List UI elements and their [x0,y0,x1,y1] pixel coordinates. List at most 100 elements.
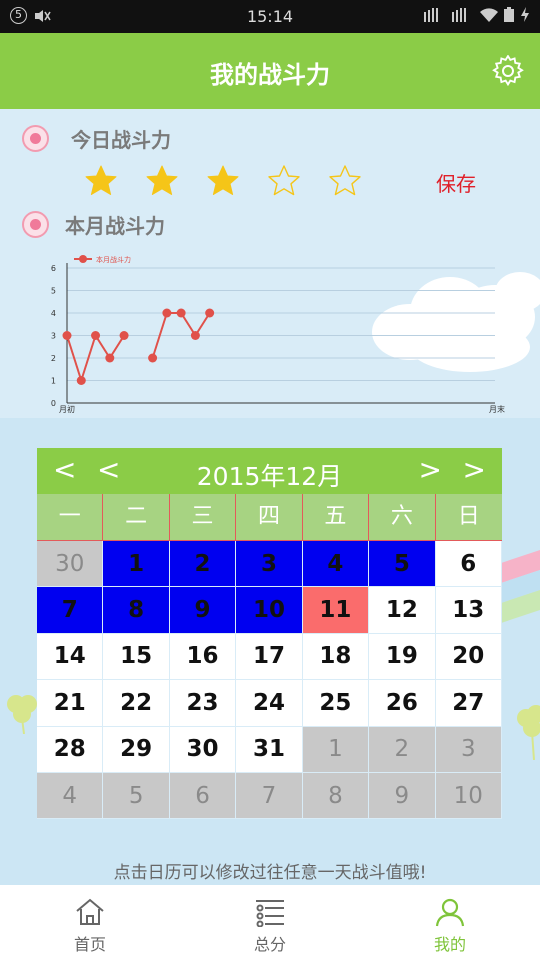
calendar-day-other-month[interactable]: 8 [302,772,370,820]
y-tick-label: 4 [51,309,56,318]
calendar-day-other-month[interactable]: 10 [435,772,502,820]
list-icon [256,900,284,927]
clover-decoration [517,705,540,760]
calendar-day[interactable]: 5 [369,541,436,588]
x-label-end: 月末 [489,404,505,414]
today-title: 今日战斗力 [71,128,171,152]
weekday-row: 一二三四五六日 [37,494,502,540]
home-icon [76,898,104,925]
calendar-day[interactable]: 10 [236,587,303,634]
calendar-day[interactable]: 2 [169,541,237,588]
calendar-day-other-month[interactable]: 2 [369,726,436,773]
calendar-day-other-month[interactable]: 9 [369,772,436,820]
calendar-day[interactable]: 20 [435,633,502,681]
calendar-day[interactable]: 29 [103,726,170,773]
month-chart: 0 1 2 3 4 5 6 月初 月末 本月战斗力 [51,255,505,414]
calendar-day[interactable]: 25 [302,680,370,727]
star-empty-icon[interactable] [267,164,301,198]
star-filled-icon[interactable] [206,164,240,198]
next-year-button[interactable]: > [463,453,486,486]
calendar-day[interactable]: 22 [103,680,170,727]
y-tick-label: 1 [51,377,56,386]
battery-icon [504,7,514,22]
data-point [105,353,115,363]
clover-decoration [7,695,37,734]
nav-tab[interactable]: 我的 [360,885,540,960]
calendar-day[interactable]: 9 [169,587,237,634]
data-point [162,308,172,318]
nav-tab-label: 总分 [253,935,286,954]
day-grid: 30 1 2 3 4 5 6 7 8 9 10 11 12 13 14 15 16 17 18 19 20 21 22 23 2… [37,540,502,820]
star-filled-icon[interactable] [145,164,179,198]
data-point [76,376,86,385]
hint-text: 点击日历可以修改过往任意一天战斗值哦! [113,863,427,883]
star-empty-icon[interactable] [328,164,362,198]
star-rating[interactable] [84,164,362,198]
data-point [176,308,186,318]
calendar-day-other-month[interactable]: 3 [435,726,502,773]
status-bar: 5 15:14 [0,0,540,33]
calendar-day[interactable]: 31 [236,726,303,773]
y-tick-label: 6 [51,264,56,273]
calendar-day[interactable]: 14 [37,633,104,681]
calendar-day[interactable]: 4 [302,541,370,588]
calendar-day[interactable]: 3 [236,541,303,588]
legend-marker [79,255,87,263]
calendar-day-other-month[interactable]: 30 [37,541,104,588]
weekday-label: 日 [457,504,480,529]
calendar-day[interactable]: 16 [169,633,237,681]
weekday-label: 一 [37,494,104,540]
nav-tab[interactable]: 总分 [180,885,360,960]
y-tick-label: 3 [51,332,56,341]
calendar-day[interactable]: 12 [369,587,436,634]
calendar-day[interactable]: 24 [236,680,303,727]
next-month-button[interactable]: > [419,453,442,486]
data-point [119,331,129,340]
radio-icon [22,125,49,152]
today-section-header: 今日战斗力 [22,124,171,153]
calendar-day[interactable]: 15 [103,633,170,681]
calendar-day[interactable]: 17 [236,633,303,681]
data-point [190,331,200,340]
page-title: 我的战斗力 [210,61,330,89]
calendar-day-other-month[interactable]: 6 [169,772,237,820]
calendar-day[interactable]: 23 [169,680,237,727]
bottom-nav: 首页 总分 我的 [0,885,540,960]
calendar-day[interactable]: 13 [435,587,502,634]
calendar-day[interactable]: 26 [369,680,436,727]
data-point [205,308,215,318]
month-title: 本月战斗力 [65,214,165,238]
data-point [62,331,72,340]
weekday-label: 三 [170,494,237,540]
nav-tab-label: 我的 [433,935,466,954]
weekday-label: 四 [236,494,303,540]
gear-icon[interactable] [492,55,524,87]
person-icon [435,898,465,927]
y-tick-label: 5 [51,287,56,296]
nav-tab[interactable]: 首页 [0,885,180,960]
calendar-day[interactable]: 8 [103,587,170,634]
title-bar: 我的战斗力 [0,33,540,109]
data-point [91,331,101,340]
calendar-day[interactable]: 21 [37,680,104,727]
signal-icon [424,7,438,22]
calendar-day[interactable]: 19 [369,633,436,681]
calendar-day[interactable]: 30 [169,726,237,773]
calendar-day[interactable]: 18 [302,633,370,681]
calendar-day[interactable]: 1 [103,541,170,588]
calendar-day[interactable]: 7 [37,587,104,634]
calendar-day-other-month[interactable]: 7 [236,772,303,820]
y-tick-label: 2 [51,354,56,363]
calendar-day[interactable]: 27 [435,680,502,727]
calendar-day-other-month[interactable]: 1 [302,726,370,773]
calendar: < < 2015年12月 > > 一二三四五六日 30 1 2 3 4 5 6 7 8 9 10 11… [37,448,502,820]
calendar-day-other-month[interactable]: 4 [37,772,104,820]
calendar-header: < < 2015年12月 > > [37,448,502,494]
calendar-day-today[interactable]: 11 [302,587,370,634]
calendar-day[interactable]: 28 [37,726,104,773]
calendar-day-other-month[interactable]: 5 [103,772,170,820]
x-label-start: 月初 [59,404,75,414]
save-button[interactable]: 保存 [436,168,476,197]
calendar-day[interactable]: 6 [435,541,502,588]
star-filled-icon[interactable] [84,164,118,198]
